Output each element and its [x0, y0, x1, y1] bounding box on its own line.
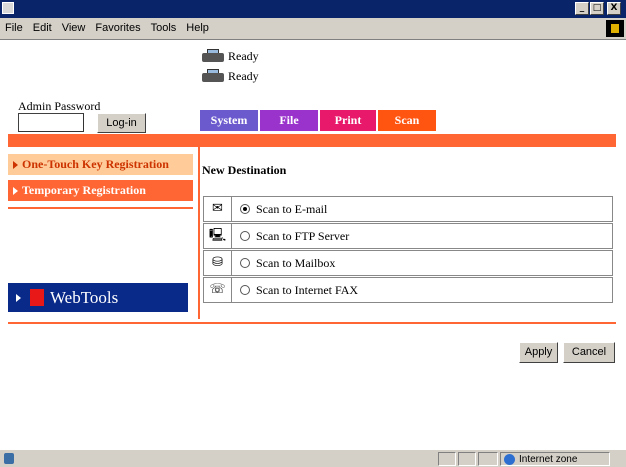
status-pane: [458, 452, 476, 466]
menu-file[interactable]: File: [0, 18, 28, 34]
cancel-button[interactable]: Cancel: [563, 342, 615, 363]
zone-label: Internet zone: [519, 454, 578, 465]
globe-icon: [504, 454, 515, 465]
radio-scan-to-email[interactable]: [240, 204, 250, 214]
ie-app-icon[interactable]: [2, 2, 14, 14]
tab-scan[interactable]: Scan: [378, 110, 436, 131]
tab-file[interactable]: File: [260, 110, 318, 131]
security-zone: Internet zone: [500, 452, 610, 466]
scanner-icon: [200, 68, 226, 84]
printer-icon: [200, 48, 226, 64]
close-button[interactable]: X: [607, 2, 621, 15]
option-row-internet-fax[interactable]: ☏ Scan to Internet FAX: [203, 277, 613, 303]
arrow-right-icon: [16, 294, 21, 302]
apply-button[interactable]: Apply: [519, 342, 558, 363]
scanner-status: Ready: [200, 66, 259, 86]
menu-view[interactable]: View: [57, 18, 91, 34]
header-band: [8, 134, 616, 147]
nav-item-label: One-Touch Key Registration: [22, 157, 169, 171]
menu-edit[interactable]: Edit: [28, 18, 57, 34]
scanner-status-text: Ready: [228, 68, 259, 83]
login-button[interactable]: Log-in: [97, 113, 146, 133]
nav-item-temporary-registration[interactable]: Temporary Registration: [8, 180, 193, 201]
mailbox-icon: ⛁: [204, 251, 232, 275]
tab-print[interactable]: Print: [320, 110, 376, 131]
menu-tools[interactable]: Tools: [146, 18, 182, 34]
status-bar: Internet zone: [0, 449, 626, 467]
vertical-divider: [198, 147, 200, 319]
page-title: New Destination: [202, 163, 287, 177]
arrow-right-icon: [13, 161, 18, 170]
page-icon: [4, 453, 14, 464]
fax-icon: ☏: [204, 278, 232, 302]
radio-scan-to-internet-fax[interactable]: [240, 285, 250, 295]
webtools-banner[interactable]: WebTools: [8, 283, 188, 312]
option-row-mailbox[interactable]: ⛁ Scan to Mailbox: [203, 250, 613, 276]
tab-bar: System File Print Scan: [200, 110, 438, 131]
footer-divider: [8, 322, 616, 324]
option-label: Scan to FTP Server: [256, 229, 350, 243]
option-label: Scan to Internet FAX: [256, 283, 359, 297]
option-label: Scan to Mailbox: [256, 256, 336, 270]
menu-help[interactable]: Help: [181, 18, 214, 34]
minimize-button[interactable]: _: [575, 2, 589, 15]
tab-system[interactable]: System: [200, 110, 258, 131]
menu-favorites[interactable]: Favorites: [90, 18, 145, 34]
printer-status-text: Ready: [228, 48, 259, 63]
windows-logo-icon: [606, 20, 624, 37]
nav-item-one-touch-key-registration[interactable]: One-Touch Key Registration: [8, 154, 193, 175]
arrow-right-icon: [13, 187, 18, 196]
computer-icon: 🖳: [204, 224, 232, 248]
admin-password-label: Admin Password: [18, 99, 101, 113]
fiery-logo-icon: [30, 289, 44, 306]
envelope-icon: ✉: [204, 197, 232, 221]
status-pane: [478, 452, 498, 466]
option-label: Scan to E-mail: [256, 202, 328, 216]
status-pane: [438, 452, 456, 466]
printer-status: Ready: [200, 46, 259, 66]
webtools-label: WebTools: [50, 288, 119, 307]
menu-bar: File Edit View Favorites Tools Help: [0, 18, 626, 40]
admin-password-input[interactable]: [18, 113, 84, 132]
option-row-email[interactable]: ✉ Scan to E-mail: [203, 196, 613, 222]
radio-scan-to-ftp[interactable]: [240, 231, 250, 241]
nav-divider: [8, 207, 193, 209]
option-row-ftp[interactable]: 🖳 Scan to FTP Server: [203, 223, 613, 249]
title-bar: _ □ X: [0, 0, 626, 18]
maximize-button[interactable]: □: [590, 2, 604, 15]
nav-item-label: Temporary Registration: [22, 183, 146, 197]
radio-scan-to-mailbox[interactable]: [240, 258, 250, 268]
